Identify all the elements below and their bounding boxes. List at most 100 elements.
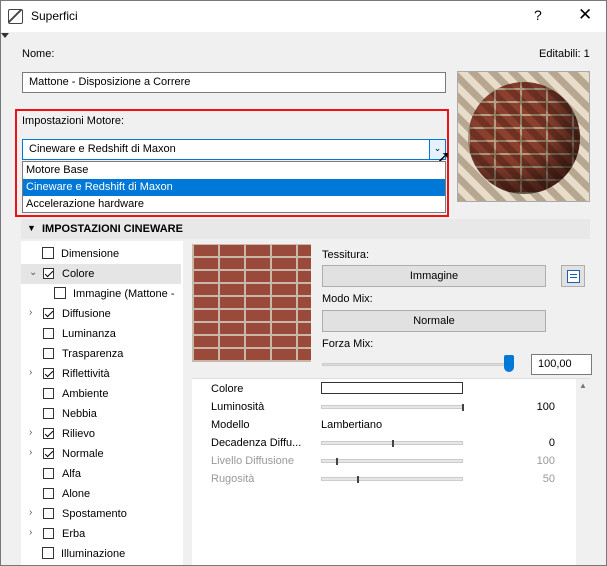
tree-item[interactable]: › Diffusione	[21, 304, 181, 324]
engine-select-value: Cineware e Redshift di Maxon	[29, 143, 176, 155]
scroll-up-icon[interactable]: ▲	[579, 381, 587, 390]
chevron-down-icon[interactable]: ⌄	[29, 267, 37, 278]
property-value[interactable]: 100	[537, 455, 555, 467]
engine-option-hardware[interactable]: Accelerazione hardware	[23, 196, 445, 213]
tree-item-label: Normale	[62, 448, 104, 460]
tree-item[interactable]: Ambiente	[21, 384, 181, 404]
chevron-right-icon[interactable]: ›	[29, 447, 32, 458]
slider-knob[interactable]	[392, 440, 394, 447]
slider-knob[interactable]	[462, 404, 464, 411]
property-row: Decadenza Diffu... 0	[211, 435, 561, 453]
tree-item-label: Dimensione	[61, 248, 120, 260]
help-button[interactable]: ?	[534, 7, 542, 23]
property-row: Modello Lambertiano	[211, 417, 561, 435]
tree-item[interactable]: Immagine (Mattone -	[21, 284, 181, 304]
tree-item-checkbox[interactable]	[43, 328, 54, 339]
tree-item[interactable]: Luminanza	[21, 324, 181, 344]
property-slider[interactable]	[321, 404, 464, 411]
tree-item[interactable]: › Riflettività	[21, 364, 181, 384]
tree-item[interactable]: Illuminazione	[21, 544, 181, 564]
section-header[interactable]: ▼ IMPOSTAZIONI CINEWARE	[21, 219, 590, 239]
property-scrollbar[interactable]: ▲	[576, 379, 590, 565]
engine-select[interactable]: Cineware e Redshift di Maxon	[22, 139, 446, 160]
chevron-right-icon[interactable]: ›	[29, 527, 32, 538]
tree-item[interactable]: Alone	[21, 484, 181, 504]
tree-item-checkbox[interactable]	[43, 268, 54, 279]
property-row: Livello Diffusione 100	[211, 453, 561, 471]
tree-item-label: Immagine (Mattone -	[73, 288, 175, 300]
slider-knob[interactable]	[357, 476, 359, 483]
close-icon[interactable]: ✕	[578, 5, 592, 25]
property-value[interactable]: 0	[549, 437, 555, 449]
mix-mode-label: Modo Mix:	[322, 293, 373, 305]
property-value[interactable]: 100	[537, 401, 555, 413]
tree-item[interactable]: › Erba	[21, 524, 181, 544]
tree-item-label: Nebbia	[62, 408, 97, 420]
tree-item-label: Colore	[62, 268, 95, 280]
tree-item-checkbox[interactable]	[43, 488, 54, 499]
texture-image-button[interactable]: Immagine	[322, 265, 546, 287]
tree-item-checkbox[interactable]	[43, 408, 54, 419]
tree-item-label: Trasparenza	[62, 348, 124, 360]
tree-item[interactable]: › Rilievo	[21, 424, 181, 444]
property-name: Colore	[211, 383, 244, 395]
property-value[interactable]: 50	[543, 473, 555, 485]
tree-item-label: Riflettività	[62, 368, 110, 380]
mix-strength-handle[interactable]	[504, 355, 514, 372]
tree-item-checkbox[interactable]	[43, 308, 54, 319]
tree-item-checkbox[interactable]	[43, 388, 54, 399]
mix-mode-button[interactable]: Normale	[322, 310, 546, 332]
tree-item-label: Erba	[62, 528, 86, 540]
tree-item-checkbox[interactable]	[43, 428, 54, 439]
property-slider[interactable]	[321, 476, 463, 483]
property-name: Rugosità	[211, 473, 255, 485]
tree-item-label: Diffusione	[62, 308, 111, 320]
tree-item-checkbox[interactable]	[43, 448, 54, 459]
mix-strength-slider[interactable]	[322, 363, 512, 366]
chevron-right-icon[interactable]: ›	[29, 307, 32, 318]
texture-thumbnail	[192, 244, 311, 362]
property-name: Luminosità	[211, 401, 265, 413]
chevron-right-icon[interactable]: ›	[29, 507, 32, 518]
tree-item[interactable]: Dimensione	[21, 244, 181, 264]
tree-item-checkbox[interactable]	[43, 528, 54, 539]
engine-option-base[interactable]: Motore Base	[23, 162, 445, 179]
property-name: Decadenza Diffu...	[211, 437, 302, 449]
texture-browse-button[interactable]	[561, 265, 585, 287]
property-name: Livello Diffusione	[211, 455, 294, 467]
property-row: Rugosità 50	[211, 471, 561, 489]
tree-item[interactable]: › Spostamento	[21, 504, 181, 524]
texture-file-icon	[567, 270, 580, 283]
tree-item-checkbox[interactable]	[43, 348, 54, 359]
tree-item-checkbox[interactable]	[43, 508, 54, 519]
section-collapse-icon: ▼	[27, 223, 36, 233]
tree-item[interactable]: Nebbia	[21, 404, 181, 424]
property-slider[interactable]	[321, 440, 463, 447]
mix-strength-label: Forza Mix:	[322, 338, 374, 350]
engine-option-cineware[interactable]: Cineware e Redshift di Maxon	[23, 179, 445, 196]
section-title: IMPOSTAZIONI CINEWARE	[42, 223, 183, 235]
tree-item[interactable]: Alfa	[21, 464, 181, 484]
name-field[interactable]: Mattone - Disposizione a Correre	[22, 72, 446, 93]
property-row: Luminosità 100	[211, 399, 561, 417]
tree-item-checkbox[interactable]	[43, 468, 54, 479]
name-label: Nome:	[22, 48, 55, 60]
chevron-right-icon[interactable]: ›	[29, 427, 32, 438]
lighting-icon	[42, 547, 54, 559]
property-slider[interactable]	[321, 458, 463, 465]
tree-item[interactable]: ⌄ Colore	[21, 264, 181, 284]
tree-item[interactable]: › Normale	[21, 444, 181, 464]
color-swatch[interactable]	[321, 382, 463, 394]
title-bar: Superfici ? ✕	[1, 1, 606, 32]
window-title: Superfici	[31, 9, 78, 23]
tree-item-label: Ambiente	[62, 388, 109, 400]
tree-item-checkbox[interactable]	[43, 368, 54, 379]
tree-item-label: Luminanza	[62, 328, 116, 340]
tree-item[interactable]: Trasparenza	[21, 344, 181, 364]
property-value[interactable]: Lambertiano	[321, 419, 382, 431]
mix-strength-field[interactable]: 100,00	[531, 354, 592, 375]
slider-knob[interactable]	[336, 458, 338, 465]
collapse-arrow-icon[interactable]	[1, 33, 9, 38]
surfaces-dialog: Superfici ? ✕ Nome: Editabili: 1 Mattone…	[0, 0, 607, 566]
chevron-right-icon[interactable]: ›	[29, 367, 32, 378]
